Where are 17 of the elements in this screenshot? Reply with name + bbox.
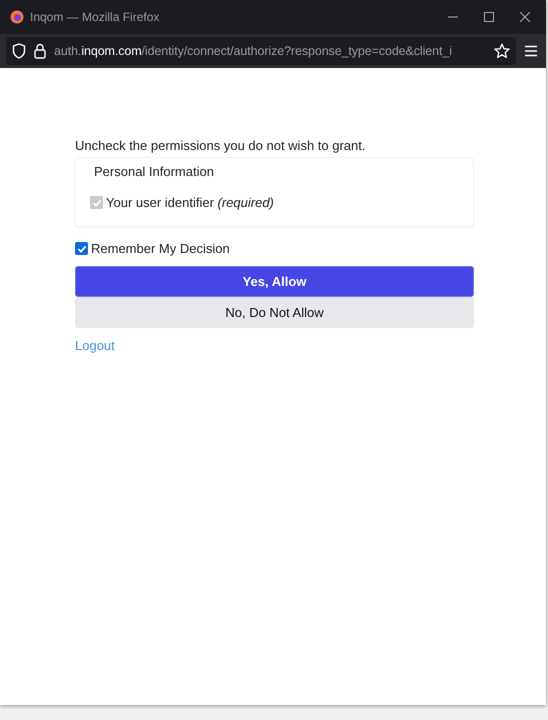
firefox-logo-icon — [10, 10, 24, 24]
checkbox[interactable] — [75, 242, 88, 255]
window-title: Inqom — Mozilla Firefox — [30, 10, 160, 24]
shield-icon[interactable] — [12, 43, 26, 59]
address-bar[interactable]: auth.inqom.com/identity/connect/authorize?response_type=code&client_i — [6, 37, 516, 65]
allow-button[interactable]: Yes, Allow — [75, 266, 474, 297]
star-icon[interactable] — [494, 43, 510, 59]
remember-label: Remember My Decision — [91, 241, 230, 256]
group-title: Personal Information — [93, 164, 215, 179]
instruction-text: Uncheck the permissions you do not wish to grant. — [75, 138, 366, 153]
menu-icon[interactable] — [524, 45, 538, 57]
deny-button[interactable]: No, Do Not Allow — [75, 297, 474, 328]
url-text: auth.inqom.com/identity/connect/authorize?response_type=code&client_i — [54, 44, 453, 58]
close-icon[interactable] — [520, 12, 530, 22]
permission-label: Your user identifier (required) — [106, 195, 274, 210]
maximize-icon[interactable] — [484, 12, 494, 22]
lock-icon[interactable] — [34, 43, 46, 59]
